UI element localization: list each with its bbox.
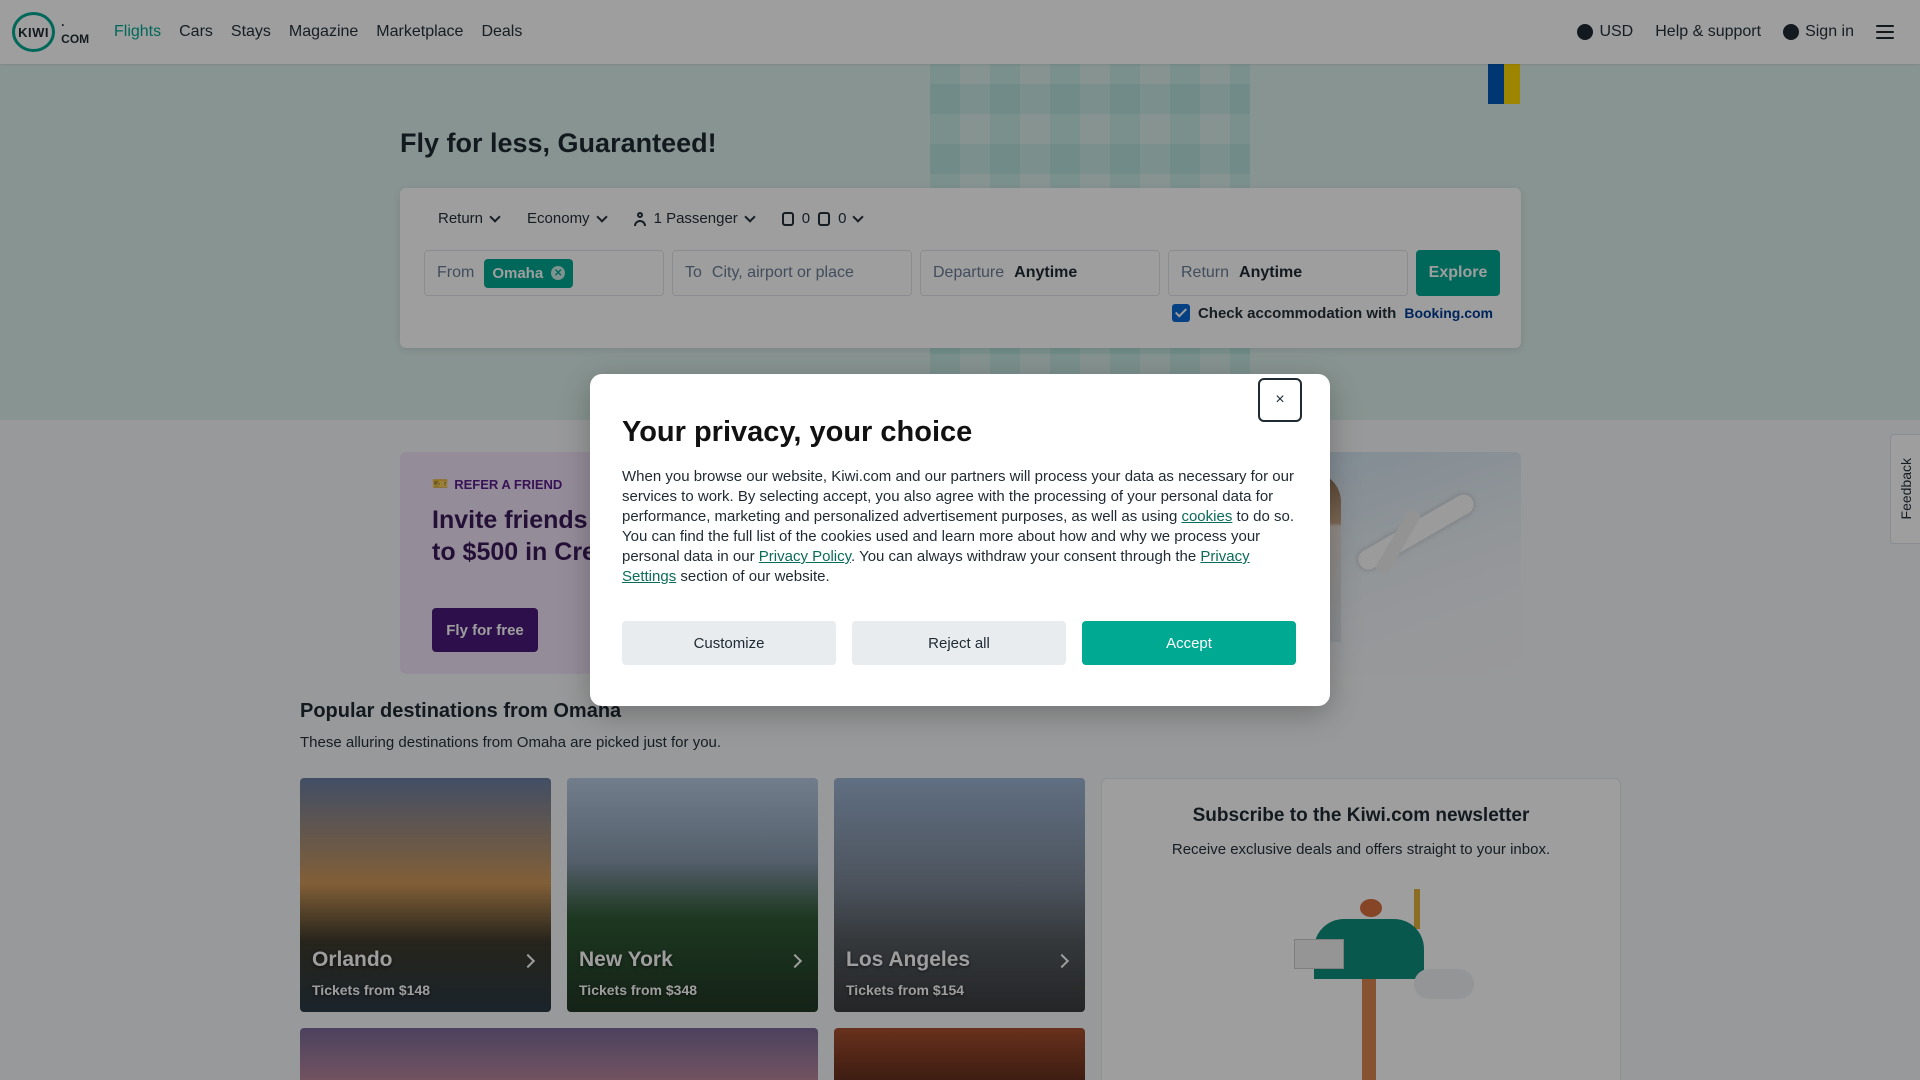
cookies-link[interactable]: cookies: [1181, 508, 1232, 525]
accept-button[interactable]: Accept: [1082, 621, 1296, 665]
body-text-3: . You can always withdraw your consent t…: [851, 548, 1201, 565]
privacy-dialog-body: When you browse our website, Kiwi.com an…: [622, 467, 1298, 587]
privacy-policy-link[interactable]: Privacy Policy: [759, 548, 851, 565]
body-text-4: section of our website.: [676, 568, 830, 585]
privacy-dialog-title: Your privacy, your choice: [622, 416, 973, 448]
customize-button[interactable]: Customize: [622, 621, 836, 665]
privacy-dialog-actions: Customize Reject all Accept: [622, 621, 1296, 665]
reject-all-button[interactable]: Reject all: [852, 621, 1066, 665]
close-icon[interactable]: ×: [1258, 378, 1302, 422]
privacy-consent-dialog: × Your privacy, your choice When you bro…: [590, 374, 1330, 706]
